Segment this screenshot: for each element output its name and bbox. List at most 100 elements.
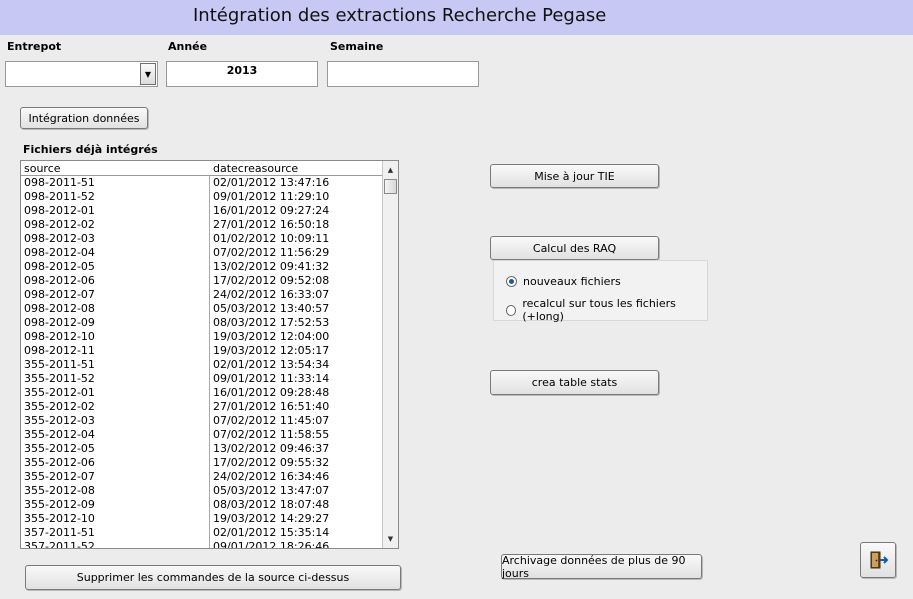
cell-source: 098-2012-05 <box>24 260 95 273</box>
cell-source: 355-2012-03 <box>24 414 95 427</box>
cell-source: 355-2011-51 <box>24 358 95 371</box>
cell-datecreasource: 05/03/2012 13:47:07 <box>213 484 330 497</box>
list-item[interactable]: 098-2011-51 02/01/2012 13:47:16 <box>21 176 382 190</box>
entrepot-label: Entrepot <box>7 40 62 53</box>
cell-source: 355-2012-08 <box>24 484 95 497</box>
list-item[interactable]: 098-2012-03 01/02/2012 10:09:11 <box>21 232 382 246</box>
semaine-field[interactable] <box>327 61 479 87</box>
list-item[interactable]: 098-2011-52 09/01/2012 11:29:10 <box>21 190 382 204</box>
list-item[interactable]: 098-2012-04 07/02/2012 11:56:29 <box>21 246 382 260</box>
crea-stats-button[interactable]: crea table stats <box>490 370 659 395</box>
list-item[interactable]: 355-2012-08 05/03/2012 13:47:07 <box>21 484 382 498</box>
cell-datecreasource: 02/01/2012 13:54:34 <box>213 358 330 371</box>
list-item[interactable]: 098-2012-05 13/02/2012 09:41:32 <box>21 260 382 274</box>
files-list[interactable]: source datecreasource 098-2011-51 02/01/2… <box>20 160 399 549</box>
cell-source: 098-2012-06 <box>24 274 95 287</box>
radio-recalcul-tous[interactable]: recalcul sur tous les fichiers (+long) <box>506 297 707 323</box>
cell-datecreasource: 16/01/2012 09:28:48 <box>213 386 330 399</box>
cell-datecreasource: 19/03/2012 12:04:00 <box>213 330 330 343</box>
list-item[interactable]: 355-2012-10 19/03/2012 14:29:27 <box>21 512 382 526</box>
list-item[interactable]: 357-2011-51 02/01/2012 15:35:14 <box>21 526 382 540</box>
cell-datecreasource: 13/02/2012 09:46:37 <box>213 442 330 455</box>
raq-options-group: nouveaux fichiers recalcul sur tous les … <box>493 260 708 323</box>
cell-datecreasource: 24/02/2012 16:33:07 <box>213 288 330 301</box>
cell-source: 355-2012-06 <box>24 456 95 469</box>
cell-datecreasource: 01/02/2012 10:09:11 <box>213 232 330 245</box>
list-item[interactable]: 355-2011-52 09/01/2012 11:33:14 <box>21 372 382 386</box>
list-item[interactable]: 355-2012-07 24/02/2012 16:34:46 <box>21 470 382 484</box>
exit-button[interactable] <box>860 542 896 578</box>
list-item[interactable]: 098-2012-06 17/02/2012 09:52:08 <box>21 274 382 288</box>
cell-source: 098-2012-08 <box>24 302 95 315</box>
list-item[interactable]: 355-2012-03 07/02/2012 11:45:07 <box>21 414 382 428</box>
cell-datecreasource: 08/03/2012 17:52:53 <box>213 316 330 329</box>
supprimer-commandes-button[interactable]: Supprimer les commandes de la source ci-… <box>25 565 401 590</box>
cell-source: 098-2012-10 <box>24 330 95 343</box>
list-item[interactable]: 357-2011-52 09/01/2012 18:26:46 <box>21 540 382 549</box>
list-item[interactable]: 098-2012-02 27/01/2012 16:50:18 <box>21 218 382 232</box>
column-header-datecreasource[interactable]: datecreasource <box>213 162 298 175</box>
cell-datecreasource: 07/02/2012 11:56:29 <box>213 246 330 259</box>
column-header-source[interactable]: source <box>24 162 61 175</box>
list-item[interactable]: 355-2012-09 08/03/2012 18:07:48 <box>21 498 382 512</box>
cell-source: 355-2012-02 <box>24 400 95 413</box>
list-item[interactable]: 098-2012-09 08/03/2012 17:52:53 <box>21 316 382 330</box>
list-rows: 098-2011-51 02/01/2012 13:47:16 098-2011-5… <box>21 176 382 549</box>
cell-datecreasource: 08/03/2012 18:07:48 <box>213 498 330 511</box>
cell-source: 355-2012-04 <box>24 428 95 441</box>
cell-datecreasource: 02/01/2012 15:35:14 <box>213 526 330 539</box>
cell-datecreasource: 09/01/2012 18:26:46 <box>213 540 330 549</box>
list-header: source datecreasource <box>21 161 382 176</box>
cell-source: 098-2011-51 <box>24 176 95 189</box>
list-item[interactable]: 098-2012-10 19/03/2012 12:04:00 <box>21 330 382 344</box>
list-item[interactable]: 098-2012-11 19/03/2012 12:05:17 <box>21 344 382 358</box>
radio-label-recalcul: recalcul sur tous les fichiers (+long) <box>522 297 676 323</box>
list-item[interactable]: 355-2012-06 17/02/2012 09:55:32 <box>21 456 382 470</box>
radio-nouveaux-fichiers[interactable]: nouveaux fichiers <box>506 275 621 288</box>
cell-source: 098-2012-07 <box>24 288 95 301</box>
list-item[interactable]: 355-2012-01 16/01/2012 09:28:48 <box>21 386 382 400</box>
scroll-thumb[interactable] <box>384 179 397 194</box>
annee-field[interactable]: 2013 <box>166 61 318 87</box>
cell-datecreasource: 27/01/2012 16:50:18 <box>213 218 330 231</box>
radio-unselected-icon[interactable] <box>506 304 517 316</box>
cell-datecreasource: 07/02/2012 11:45:07 <box>213 414 330 427</box>
list-item[interactable]: 098-2012-08 05/03/2012 13:40:57 <box>21 302 382 316</box>
cell-source: 098-2011-52 <box>24 190 95 203</box>
cell-datecreasource: 09/01/2012 11:33:14 <box>213 372 330 385</box>
list-item[interactable]: 098-2012-07 24/02/2012 16:33:07 <box>21 288 382 302</box>
cell-source: 355-2012-05 <box>24 442 95 455</box>
cell-datecreasource: 07/02/2012 11:58:55 <box>213 428 330 441</box>
list-item[interactable]: 098-2012-01 16/01/2012 09:27:24 <box>21 204 382 218</box>
cell-source: 355-2012-09 <box>24 498 95 511</box>
chevron-down-icon[interactable]: ▼ <box>140 63 156 85</box>
page-title: Intégration des extractions Recherche Pe… <box>193 5 607 26</box>
cell-source: 098-2012-09 <box>24 316 95 329</box>
vertical-scrollbar[interactable]: ▲ ▼ <box>382 161 398 548</box>
radio-selected-icon[interactable] <box>506 276 517 287</box>
list-item[interactable]: 355-2012-02 27/01/2012 16:51:40 <box>21 400 382 414</box>
cell-source: 098-2012-02 <box>24 218 95 231</box>
cell-datecreasource: 19/03/2012 12:05:17 <box>213 344 330 357</box>
entrepot-combobox[interactable]: ▼ <box>5 61 158 87</box>
cell-datecreasource: 17/02/2012 09:55:32 <box>213 456 330 469</box>
semaine-label: Semaine <box>330 40 384 53</box>
cell-source: 355-2012-07 <box>24 470 95 483</box>
integration-button[interactable]: Intégration données <box>20 107 148 129</box>
cell-datecreasource: 27/01/2012 16:51:40 <box>213 400 330 413</box>
list-item[interactable]: 355-2012-05 13/02/2012 09:46:37 <box>21 442 382 456</box>
maj-tie-button[interactable]: Mise à jour TIE <box>490 164 659 188</box>
cell-datecreasource: 13/02/2012 09:41:32 <box>213 260 330 273</box>
scroll-up-icon[interactable]: ▲ <box>383 162 398 178</box>
cell-datecreasource: 16/01/2012 09:27:24 <box>213 204 330 217</box>
archivage-button[interactable]: Archivage données de plus de 90 jours <box>501 554 702 580</box>
scroll-down-icon[interactable]: ▼ <box>383 531 398 547</box>
calcul-raq-button[interactable]: Calcul des RAQ <box>490 236 659 260</box>
cell-source: 355-2011-52 <box>24 372 95 385</box>
annee-value: 2013 <box>226 64 258 77</box>
list-item[interactable]: 355-2011-51 02/01/2012 13:54:34 <box>21 358 382 372</box>
cell-datecreasource: 05/03/2012 13:40:57 <box>213 302 330 315</box>
cell-datecreasource: 17/02/2012 09:52:08 <box>213 274 330 287</box>
cell-source: 098-2012-11 <box>24 344 95 357</box>
list-item[interactable]: 355-2012-04 07/02/2012 11:58:55 <box>21 428 382 442</box>
